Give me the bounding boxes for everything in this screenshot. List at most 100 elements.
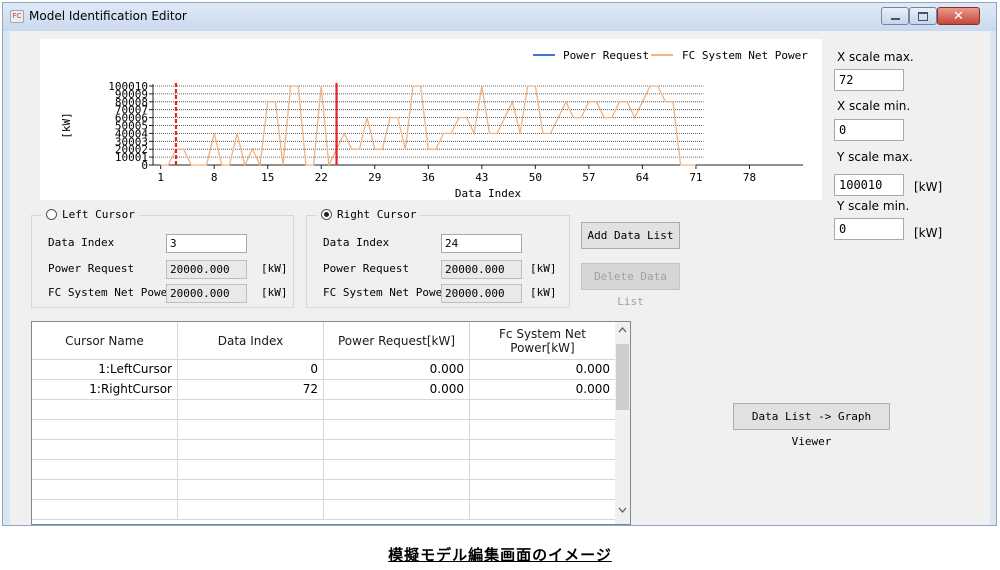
y-scale-max-label: Y scale max. (837, 150, 913, 164)
table-cell[interactable]: 1:LeftCursor (32, 360, 178, 380)
left-fc-unit: [kW] (261, 286, 288, 299)
table-cell[interactable] (32, 420, 178, 440)
graph-viewer-button[interactable]: Data List -> Graph Viewer (733, 403, 890, 448)
table-cell[interactable] (178, 480, 324, 500)
right-fc-unit: [kW] (530, 286, 557, 299)
add-data-list-button[interactable]: Add Data List (581, 222, 680, 249)
table-row[interactable] (32, 440, 616, 460)
table-cell[interactable] (324, 480, 470, 500)
table-cell[interactable] (470, 400, 616, 420)
delete-data-list-button[interactable]: Delete Data List (581, 263, 680, 308)
table-cell[interactable] (32, 440, 178, 460)
column-header-cursor-name[interactable]: Cursor Name (32, 322, 178, 360)
left-cursor-title: Left Cursor (62, 208, 135, 221)
y-scale-max-unit: [kW] (914, 180, 943, 194)
column-header-power-request[interactable]: Power Request[kW] (324, 322, 470, 360)
x-scale-max-input[interactable]: 72 (834, 69, 904, 91)
left-cursor-option[interactable]: Left Cursor (42, 208, 139, 221)
table-row[interactable] (32, 480, 616, 500)
editor-window: FC Model Identification Editor ✕ 0 10001 2… (2, 2, 997, 526)
table-row[interactable] (32, 500, 616, 520)
x-tick-label: 64 (636, 171, 650, 184)
table-row[interactable]: 1:RightCursor 72 0.000 0.000 (32, 380, 616, 400)
close-icon: ✕ (953, 8, 964, 24)
legend-label: Power Request (563, 49, 649, 62)
right-index-input[interactable]: 24 (441, 234, 522, 253)
maximize-button[interactable] (909, 7, 937, 25)
right-cursor-option[interactable]: Right Cursor (317, 208, 421, 221)
x-tick-label: 1 (157, 171, 164, 184)
table-cell[interactable] (178, 400, 324, 420)
scrollbar-thumb[interactable] (616, 344, 629, 410)
x-tick-label: 78 (743, 171, 756, 184)
y-scale-min-unit: [kW] (914, 226, 943, 240)
table-cell[interactable] (470, 440, 616, 460)
title-bar: FC Model Identification Editor ✕ (3, 3, 996, 31)
table-cell[interactable]: 1:RightCursor (32, 380, 178, 400)
table-row[interactable] (32, 400, 616, 420)
table-cell[interactable]: 0.000 (324, 360, 470, 380)
minimize-icon (890, 18, 900, 20)
table-cell[interactable] (324, 460, 470, 480)
right-fc-value: 20000.000 (441, 284, 522, 303)
power-chart[interactable]: 0100012000230003400045000560006700078000… (40, 39, 822, 200)
table-cell[interactable] (324, 440, 470, 460)
table-cell[interactable] (32, 400, 178, 420)
table-cell[interactable] (470, 420, 616, 440)
table-cell[interactable]: 0.000 (470, 360, 616, 380)
left-index-label: Data Index (48, 236, 115, 249)
left-power-label: Power Request (48, 262, 135, 275)
left-fc-value: 20000.000 (166, 284, 247, 303)
table-scrollbar[interactable] (615, 322, 630, 524)
table-cell[interactable] (324, 420, 470, 440)
table-cell[interactable] (324, 400, 470, 420)
table-cell[interactable] (32, 480, 178, 500)
x-tick-label: 36 (422, 171, 435, 184)
left-index-input[interactable]: 3 (166, 234, 247, 253)
right-cursor-radio[interactable] (321, 209, 332, 220)
table-cell[interactable] (178, 440, 324, 460)
right-power-unit: [kW] (530, 262, 557, 275)
left-cursor-group: Left Cursor Data Index 3 Power Request 2… (31, 208, 294, 308)
table-cell[interactable] (32, 460, 178, 480)
y-scale-min-label: Y scale min. (837, 199, 910, 213)
y-tick-label: 100010 (108, 80, 148, 93)
y-scale-max-input[interactable]: 100010 (834, 174, 904, 196)
scrollbar-track (616, 327, 629, 513)
x-tick-label: 15 (261, 171, 274, 184)
scroll-up-icon[interactable] (618, 327, 627, 333)
table-cell[interactable]: 0.000 (470, 380, 616, 400)
table-cell[interactable] (470, 460, 616, 480)
maximize-icon (918, 11, 928, 21)
table-row[interactable]: 1:LeftCursor 0 0.000 0.000 (32, 360, 616, 380)
table-cell[interactable] (470, 480, 616, 500)
window-title: Model Identification Editor (29, 9, 187, 23)
table-cell[interactable]: 0.000 (324, 380, 470, 400)
table-cell[interactable]: 0 (178, 360, 324, 380)
scroll-down-icon[interactable] (618, 507, 627, 513)
minimize-button[interactable] (881, 7, 909, 25)
data-list-table[interactable]: Cursor Name Data Index Power Request[kW]… (31, 321, 631, 525)
table-row[interactable] (32, 460, 616, 480)
x-tick-label: 29 (368, 171, 381, 184)
table-cell[interactable] (324, 500, 470, 520)
table-cell[interactable] (178, 420, 324, 440)
table-cell[interactable] (32, 500, 178, 520)
y-axis-label: [kW] (60, 112, 73, 139)
table-row[interactable] (32, 420, 616, 440)
table-cell[interactable] (470, 500, 616, 520)
x-scale-min-input[interactable]: 0 (834, 119, 904, 141)
close-button[interactable]: ✕ (937, 7, 980, 25)
column-header-fc-net-power[interactable]: Fc System Net Power[kW] (470, 322, 616, 360)
left-fc-label: FC System Net Power (48, 286, 174, 299)
x-tick-label: 22 (315, 171, 328, 184)
left-cursor-radio[interactable] (46, 209, 57, 220)
right-cursor-title: Right Cursor (337, 208, 417, 221)
figure-caption: 模擬モデル編集画面のイメージ (388, 546, 612, 564)
table-cell[interactable] (178, 460, 324, 480)
x-scale-max-label: X scale max. (837, 50, 914, 64)
column-header-data-index[interactable]: Data Index (178, 322, 324, 360)
y-scale-min-input[interactable]: 0 (834, 218, 904, 240)
table-cell[interactable] (178, 500, 324, 520)
table-cell[interactable]: 72 (178, 380, 324, 400)
